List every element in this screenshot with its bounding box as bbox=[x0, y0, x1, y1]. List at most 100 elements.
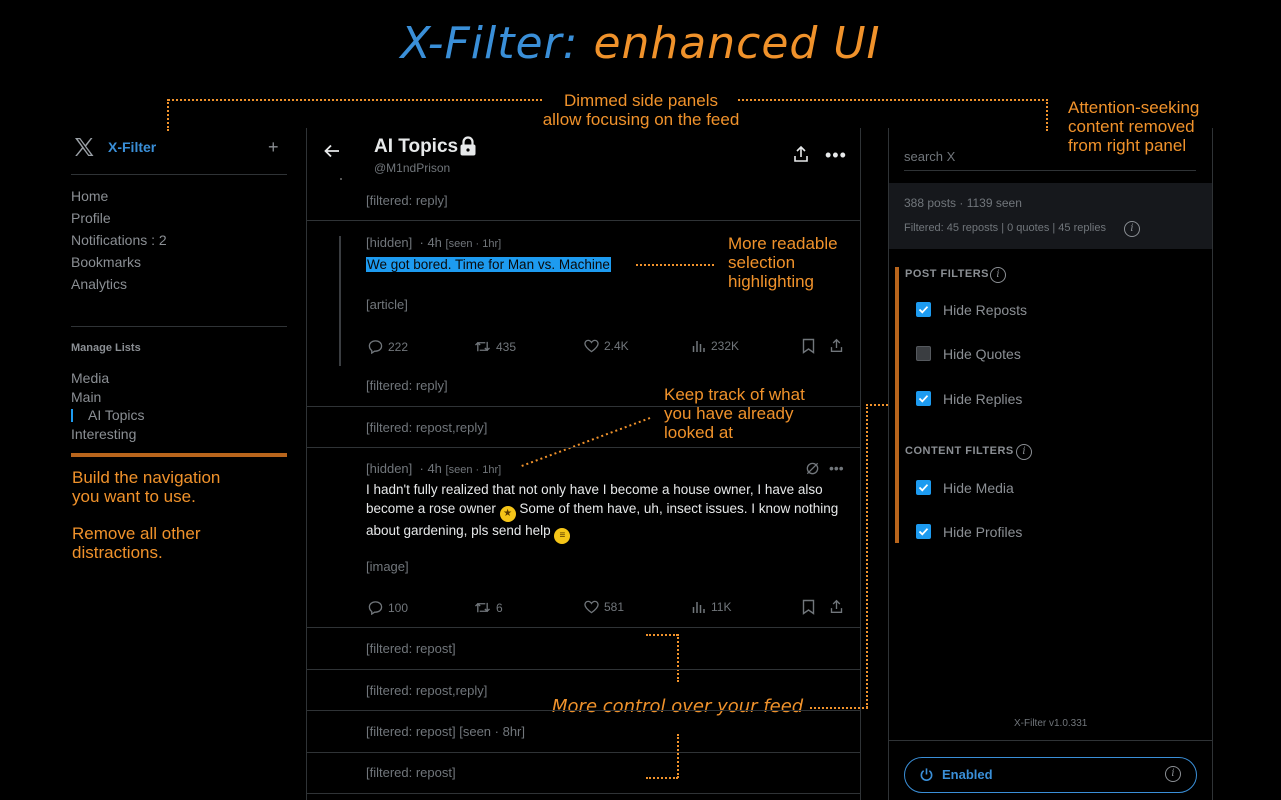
post-filters-title: POST FILTERS bbox=[905, 268, 990, 280]
power-icon bbox=[920, 768, 933, 782]
grimace-emoji-icon: ≡ bbox=[554, 527, 571, 544]
list-item-media[interactable]: Media bbox=[71, 370, 109, 386]
hide-profiles-checkbox[interactable] bbox=[916, 524, 931, 539]
highlight-bar bbox=[895, 267, 899, 543]
reply-button[interactable]: 222 bbox=[368, 339, 408, 354]
annotation-dimmed: Dimmed side panels allow focusing on the… bbox=[542, 91, 740, 129]
thread-line bbox=[339, 236, 341, 366]
row-divider bbox=[307, 406, 860, 407]
more-options-icon[interactable]: ••• bbox=[825, 145, 847, 166]
hide-replies-checkbox[interactable] bbox=[916, 391, 931, 406]
manage-lists-heading[interactable]: Manage Lists bbox=[71, 342, 141, 354]
annotation-line bbox=[167, 99, 169, 131]
repost-button[interactable]: 6 bbox=[474, 600, 503, 615]
filtered-post[interactable]: [filtered: repost,reply] bbox=[366, 683, 487, 698]
post-stats: 388 posts · 1139 seen bbox=[904, 196, 1022, 210]
row-divider bbox=[307, 627, 860, 628]
share-icon[interactable] bbox=[829, 599, 844, 614]
tweet-text[interactable]: We got bored. Time for Man vs. Machine bbox=[366, 256, 856, 275]
info-icon[interactable]: i bbox=[990, 267, 1006, 283]
filtered-post[interactable]: [filtered: repost,reply] bbox=[366, 420, 487, 435]
views-icon bbox=[692, 602, 705, 613]
add-list-button[interactable]: + bbox=[268, 137, 279, 158]
info-icon[interactable]: i bbox=[1124, 221, 1140, 237]
hide-quotes-checkbox[interactable] bbox=[916, 346, 931, 361]
scroll-dot bbox=[340, 178, 342, 180]
row-divider bbox=[307, 710, 860, 711]
x-logo-icon[interactable] bbox=[72, 135, 96, 159]
search-input[interactable]: search X bbox=[904, 147, 1196, 171]
repost-button[interactable]: 435 bbox=[474, 339, 516, 354]
brand-name[interactable]: X-Filter bbox=[108, 139, 156, 155]
list-item-ai-topics[interactable]: AI Topics bbox=[88, 407, 145, 423]
hide-replies-label[interactable]: Hide Replies bbox=[943, 391, 1022, 407]
repost-icon bbox=[475, 341, 490, 352]
version-label: X-Filter v1.0.331 bbox=[1014, 718, 1088, 729]
reply-button[interactable]: 100 bbox=[368, 600, 408, 615]
tweet-meta: [hidden] · 4h [seen · 1hr] bbox=[366, 461, 502, 476]
like-button[interactable]: 2.4K bbox=[584, 339, 629, 353]
annotation-line bbox=[866, 404, 888, 406]
info-icon[interactable]: i bbox=[1165, 766, 1181, 782]
tweet-attachment[interactable]: [article] bbox=[366, 297, 408, 312]
tweet-attachment[interactable]: [image] bbox=[366, 559, 409, 574]
nav-item-home[interactable]: Home bbox=[71, 188, 108, 204]
hide-reposts-label[interactable]: Hide Reposts bbox=[943, 302, 1027, 318]
info-icon[interactable]: i bbox=[1016, 444, 1032, 460]
filtered-stats: Filtered: 45 reposts | 0 quotes | 45 rep… bbox=[904, 222, 1106, 234]
divider bbox=[71, 326, 287, 327]
reply-icon bbox=[368, 601, 383, 615]
enabled-label: Enabled bbox=[942, 767, 993, 782]
filtered-post[interactable]: [filtered: repost] [seen · 8hr] bbox=[366, 724, 525, 739]
selected-text: We got bored. Time for Man vs. Machine bbox=[366, 257, 611, 272]
repost-icon bbox=[475, 602, 490, 613]
bookmark-icon[interactable] bbox=[802, 338, 815, 354]
row-divider bbox=[307, 220, 860, 221]
share-icon[interactable] bbox=[829, 338, 844, 353]
hide-toggle-icon[interactable] bbox=[805, 461, 820, 476]
star-eyes-emoji-icon: ★ bbox=[499, 505, 516, 522]
like-button[interactable]: 581 bbox=[584, 600, 624, 614]
views-icon bbox=[692, 341, 705, 352]
views-button[interactable]: 11K bbox=[692, 600, 731, 614]
divider bbox=[889, 740, 1212, 741]
nav-item-analytics[interactable]: Analytics bbox=[71, 276, 127, 292]
heart-icon bbox=[584, 600, 599, 614]
tweet-text[interactable]: I hadn't fully realized that not only ha… bbox=[366, 481, 856, 544]
row-divider bbox=[307, 793, 860, 794]
nav-item-notifications[interactable]: Notifications : 2 bbox=[71, 232, 167, 248]
content-filters-title: CONTENT FILTERS bbox=[905, 445, 1014, 457]
hide-reposts-checkbox[interactable] bbox=[916, 302, 931, 317]
page-title: X-Filter: enhanced UI bbox=[400, 18, 881, 69]
hide-profiles-label[interactable]: Hide Profiles bbox=[943, 524, 1022, 540]
views-button[interactable]: 232K bbox=[692, 339, 739, 353]
back-arrow-icon[interactable] bbox=[323, 142, 341, 166]
row-divider bbox=[307, 447, 860, 448]
share-icon[interactable] bbox=[792, 145, 810, 163]
annotation-line bbox=[866, 404, 868, 708]
nav-item-bookmarks[interactable]: Bookmarks bbox=[71, 254, 141, 270]
list-item-main[interactable]: Main bbox=[71, 389, 101, 405]
bookmark-icon[interactable] bbox=[802, 599, 815, 615]
nav-item-profile[interactable]: Profile bbox=[71, 210, 111, 226]
hide-media-label[interactable]: Hide Media bbox=[943, 480, 1014, 496]
reply-icon bbox=[368, 340, 383, 354]
tweet-meta: [hidden] · 4h [seen · 1hr] bbox=[366, 235, 502, 250]
filtered-post[interactable]: [filtered: repost] bbox=[366, 765, 456, 780]
annotation-line bbox=[738, 99, 1048, 101]
hide-media-checkbox[interactable] bbox=[916, 480, 931, 495]
active-list-marker bbox=[71, 409, 73, 422]
filtered-post[interactable]: [filtered: reply] bbox=[366, 193, 448, 208]
annotation-line bbox=[168, 99, 542, 101]
list-item-interesting[interactable]: Interesting bbox=[71, 426, 136, 442]
more-options-icon[interactable]: ••• bbox=[829, 460, 844, 476]
row-divider bbox=[307, 752, 860, 753]
filtered-post[interactable]: [filtered: repost] bbox=[366, 641, 456, 656]
hide-quotes-label[interactable]: Hide Quotes bbox=[943, 346, 1021, 362]
row-divider bbox=[307, 669, 860, 670]
list-handle: @M1ndPrison bbox=[374, 161, 451, 175]
annotation-build: Build the navigation you want to use. bbox=[72, 468, 221, 506]
filtered-post[interactable]: [filtered: reply] bbox=[366, 378, 448, 393]
list-title: AI Topics bbox=[374, 136, 459, 157]
annotation-line bbox=[1046, 99, 1048, 131]
